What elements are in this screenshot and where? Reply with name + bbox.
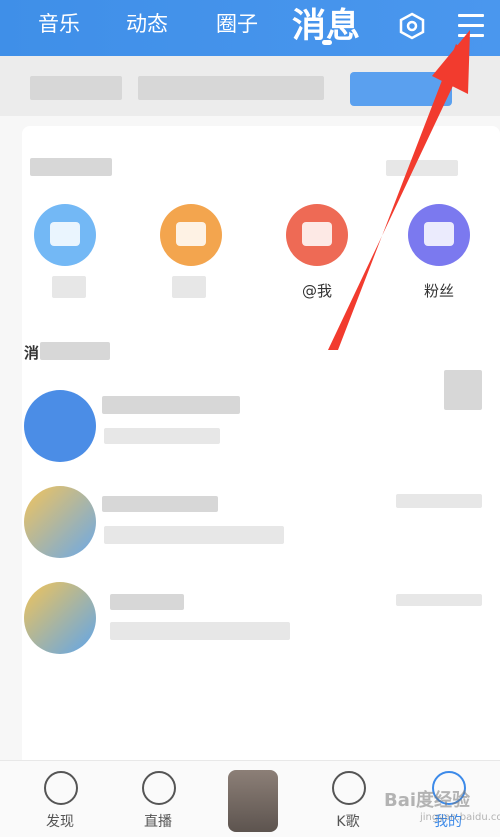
list-item-title bbox=[102, 396, 240, 414]
list-item-meta bbox=[444, 370, 482, 410]
list-item-preview bbox=[104, 428, 220, 444]
avatar bbox=[24, 486, 96, 558]
section-header-blurred bbox=[30, 158, 112, 176]
tab-music[interactable]: 音乐 bbox=[38, 8, 80, 38]
avatar bbox=[24, 390, 96, 462]
list-item-title bbox=[110, 594, 184, 610]
fans-icon[interactable] bbox=[408, 204, 470, 266]
mention-icon[interactable] bbox=[286, 204, 348, 266]
list-item-meta bbox=[396, 594, 482, 606]
microphone-icon bbox=[332, 771, 366, 805]
watermark-logo: Bai度经验 bbox=[384, 790, 471, 811]
list-item-meta bbox=[396, 494, 482, 508]
now-playing-cover[interactable] bbox=[228, 770, 278, 832]
blurred-banner[interactable] bbox=[0, 56, 500, 116]
messages-section-label: 消 bbox=[24, 344, 40, 362]
list-item-preview bbox=[110, 622, 290, 640]
avatar bbox=[24, 582, 96, 654]
music-note-icon bbox=[44, 771, 78, 805]
quick-action-icon-1[interactable] bbox=[34, 204, 96, 266]
list-item-title bbox=[102, 496, 218, 512]
settings-icon[interactable] bbox=[398, 12, 426, 40]
play-icon bbox=[142, 771, 176, 805]
quick-action-label-2 bbox=[172, 276, 206, 298]
nav-karaoke[interactable]: K歌 bbox=[308, 761, 388, 837]
watermark-url: jingyan.baidu.com bbox=[420, 812, 500, 823]
nav-discover[interactable]: 发现 bbox=[20, 761, 100, 837]
list-item-preview bbox=[104, 526, 284, 544]
nav-live[interactable]: 直播 bbox=[118, 761, 198, 837]
tab-circles[interactable]: 圈子 bbox=[216, 8, 258, 38]
tab-dynamics[interactable]: 动态 bbox=[126, 8, 168, 38]
mention-label: @我 bbox=[302, 282, 333, 300]
active-tab-indicator bbox=[322, 40, 332, 45]
section-header-right-blurred bbox=[386, 160, 458, 176]
quick-action-label-1 bbox=[52, 276, 86, 298]
hamburger-menu-icon[interactable] bbox=[458, 14, 484, 38]
messages-section-label-blurred bbox=[40, 342, 110, 360]
fans-label: 粉丝 bbox=[424, 282, 455, 300]
quick-action-icon-2[interactable] bbox=[160, 204, 222, 266]
top-nav-bar: 音乐 动态 圈子 消息 bbox=[0, 0, 500, 56]
